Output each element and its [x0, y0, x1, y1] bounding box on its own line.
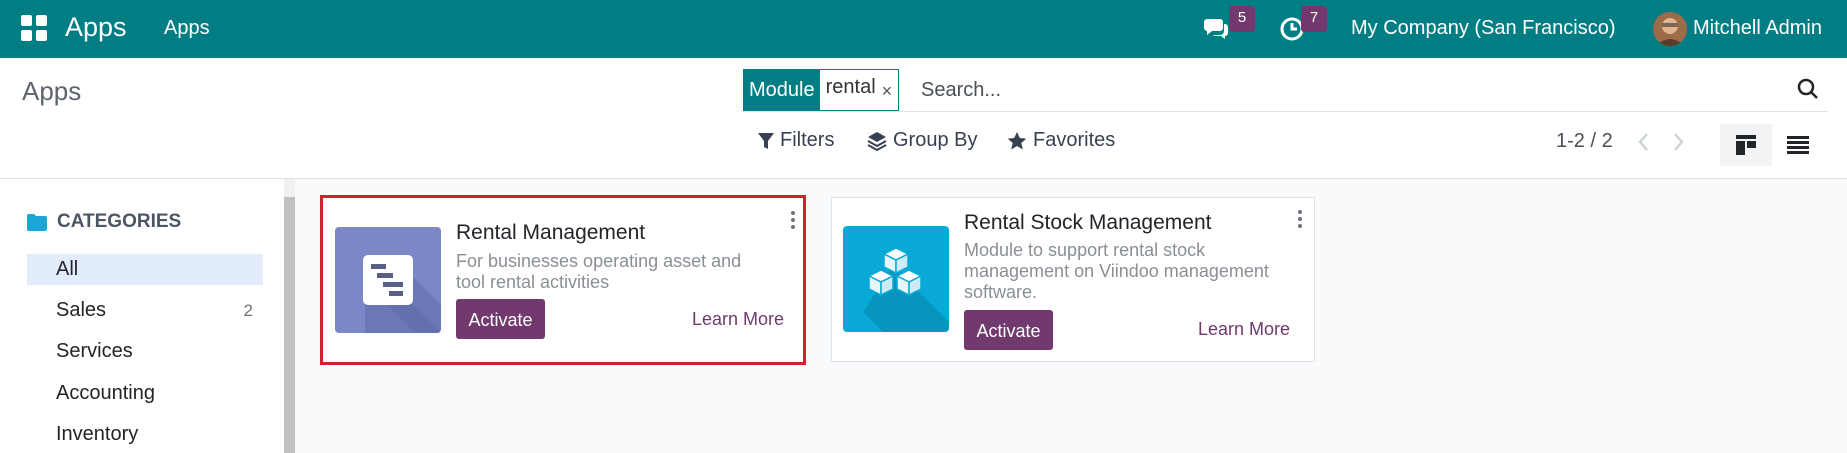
sidebar-item-label: Sales [56, 299, 107, 321]
sidebar-item-label: Services [56, 340, 133, 362]
activities-badge: 7 [1301, 6, 1327, 32]
card-menu-icon[interactable] [791, 211, 795, 229]
card-menu-icon[interactable] [1298, 210, 1302, 228]
company-switcher[interactable]: My Company (San Francisco) [1351, 17, 1616, 40]
sidebar-item-label: Inventory [56, 423, 139, 445]
list-icon [1787, 136, 1809, 154]
chat-icon[interactable] [1202, 14, 1230, 42]
categories-title: CATEGORIES [57, 211, 182, 232]
facet-value: rental [819, 70, 882, 110]
search-facet: Module rental × [743, 69, 900, 111]
favorites-button[interactable]: Favorites [1007, 129, 1115, 152]
group-by-button[interactable]: Group By [867, 129, 977, 152]
app-description-line1: For businesses operating asset and [456, 251, 742, 271]
app-card-rental-stock-management[interactable]: Rental Stock Management Module to suppor… [831, 197, 1315, 362]
group-by-label: Group By [893, 129, 978, 151]
sidebar-item-label: All [56, 258, 79, 280]
app-grid-icon[interactable] [21, 15, 47, 41]
list-view-button[interactable] [1772, 124, 1824, 166]
star-icon [1007, 131, 1027, 149]
activate-button[interactable]: Activate [964, 310, 1053, 350]
avatar[interactable] [1653, 12, 1687, 46]
facet-remove-icon[interactable]: × [881, 70, 899, 110]
learn-more-link[interactable]: Learn More [1198, 319, 1290, 340]
app-brand[interactable]: Apps [65, 12, 127, 43]
filters-label: Filters [780, 129, 835, 151]
menu-apps[interactable]: Apps [164, 17, 210, 40]
top-navbar: Apps Apps 5 7 My Company (San Francisco)… [0, 0, 1847, 58]
app-card-rental-management[interactable]: Rental Management For businesses operati… [320, 195, 806, 365]
folder-icon [27, 213, 47, 231]
sidebar-item-accounting[interactable]: Accounting [27, 378, 263, 409]
sidebar-item-services[interactable]: Services [27, 336, 263, 367]
app-description-line2: management on Viindoo management [964, 261, 1269, 281]
chevron-right-icon[interactable] [1670, 132, 1686, 152]
sidebar-scrollbar-thumb[interactable] [284, 197, 295, 453]
activate-button[interactable]: Activate [456, 299, 545, 339]
categories-header: CATEGORIES [27, 211, 181, 233]
sidebar-item-sales[interactable]: Sales 2 [27, 295, 263, 326]
app-title: Rental Stock Management [964, 211, 1212, 234]
filters-button[interactable]: Filters [758, 129, 834, 152]
facet-label: Module [744, 70, 820, 110]
pager-value[interactable]: 1-2 / 2 [1556, 130, 1613, 153]
app-title: Rental Management [456, 221, 646, 244]
sidebar-item-all[interactable]: All [27, 254, 263, 285]
cubes-icon [843, 226, 949, 332]
user-menu[interactable]: Mitchell Admin [1693, 17, 1822, 40]
user-avatar-icon [1653, 12, 1687, 46]
kanban-view-button[interactable] [1720, 124, 1772, 166]
sidebar-item-inventory[interactable]: Inventory [27, 419, 263, 450]
app-description-line1: Module to support rental stock [964, 240, 1206, 260]
rental-management-icon [335, 227, 441, 333]
app-description-line2: tool rental activities [456, 272, 610, 292]
layers-icon [867, 131, 887, 151]
search-input[interactable] [919, 73, 1623, 107]
app-description-line3: software. [964, 282, 1038, 302]
messages-badge: 5 [1229, 6, 1255, 32]
sidebar-item-label: Accounting [56, 382, 155, 404]
filter-icon [758, 132, 774, 149]
learn-more-link[interactable]: Learn More [692, 309, 784, 330]
favorites-label: Favorites [1033, 129, 1116, 151]
kanban-icon [1736, 135, 1756, 155]
search-icon[interactable] [1796, 77, 1820, 101]
sidebar-item-count: 2 [243, 301, 253, 320]
control-panel: Apps Module rental × Filters Group By Fa… [0, 58, 1847, 179]
chevron-left-icon[interactable] [1636, 132, 1652, 152]
page-title: Apps [22, 76, 82, 106]
search-bar: Module rental × [743, 69, 1828, 112]
